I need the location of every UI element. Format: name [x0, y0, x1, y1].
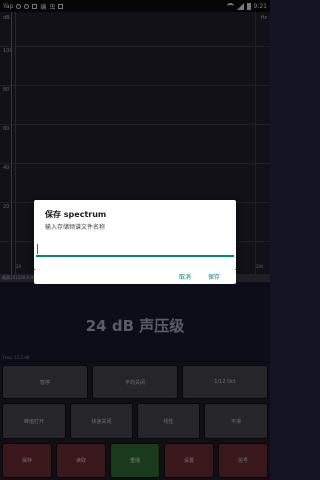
dialog-message: 输入存储频谱文件名称 [45, 224, 106, 231]
save-dialog: 保存 spectrum 输入存储频谱文件名称 [34, 200, 236, 270]
cancel-button[interactable]: 取消 [179, 272, 191, 281]
filename-input[interactable] [36, 240, 234, 257]
dialog-save-button[interactable]: 保存 [208, 272, 220, 281]
dialog-actions [34, 270, 236, 284]
text-cursor [37, 244, 38, 254]
dialog-title: 保存 spectrum [45, 210, 107, 219]
